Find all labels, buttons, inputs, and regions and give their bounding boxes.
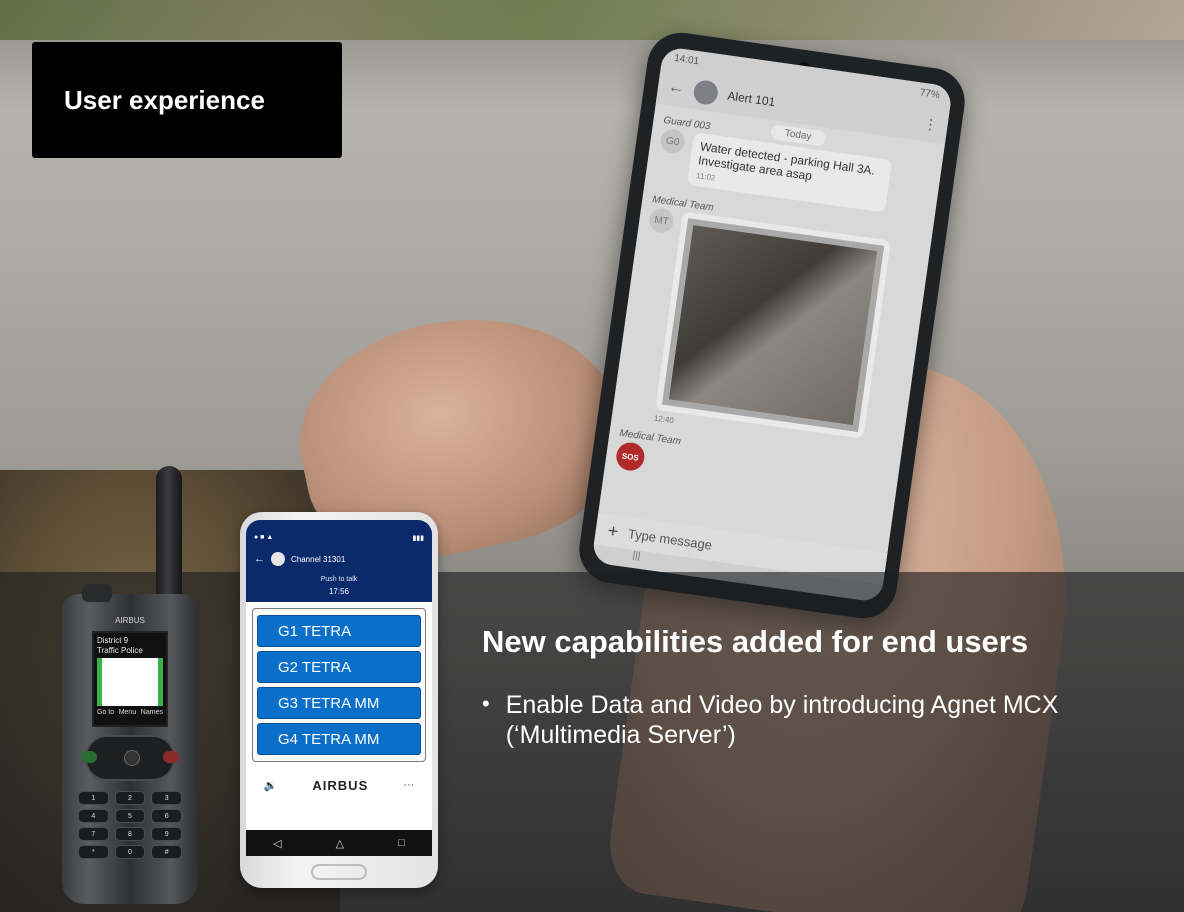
key[interactable]: 0 [114, 845, 146, 859]
more-icon[interactable]: ··· [403, 779, 414, 791]
radio-nav-pad[interactable] [81, 735, 179, 781]
headline: New capabilities added for end users [482, 624, 1029, 659]
key[interactable]: 1 [78, 791, 109, 805]
talkgroup-list: G1 TETRA G2 TETRA G3 TETRA MM G4 TETRA M… [252, 608, 426, 762]
android-phone: ● ■ ▲ ▮▮▮ ← Channel 31301 Push to talk 1… [240, 512, 438, 888]
nav-center-button[interactable] [124, 750, 140, 766]
image-message[interactable] [655, 211, 891, 440]
group-avatar [692, 78, 720, 107]
radio-brand: AIRBUS [115, 616, 145, 625]
status-icons: ● ■ ▲ [254, 534, 274, 541]
home-button[interactable] [311, 864, 367, 880]
arrow-left-icon[interactable]: ← [254, 553, 265, 565]
speaker-icon[interactable]: 🔉 [264, 779, 278, 792]
channel-avatar [271, 552, 285, 566]
radio-screen-line2: Traffic Police [97, 645, 143, 655]
bullet-item: • Enable Data and Video by introducing A… [482, 690, 1102, 750]
softkey-right[interactable]: Names [141, 709, 163, 716]
main-phone-screen: 14:01 77% ← Alert 101 ⋮ Today Guard 003 … [591, 46, 953, 603]
radio-screen-line1: District 9 [97, 636, 129, 645]
softkey-left[interactable]: Go to [97, 709, 114, 716]
status-time: 14:01 [673, 52, 700, 68]
key[interactable]: * [78, 845, 109, 859]
end-call-icon[interactable] [163, 751, 179, 763]
sender-initials: MT [647, 207, 676, 235]
radio-softkeys: Go to Menu Names [97, 709, 163, 716]
key[interactable]: 5 [114, 809, 146, 823]
key[interactable]: # [151, 845, 182, 859]
message-row: MT [623, 207, 920, 443]
radio-screen: District 9 Traffic Police Go to Menu Nam… [92, 631, 168, 727]
chat-name: Alert 101 [726, 88, 777, 110]
talkgroup-button[interactable]: G1 TETRA [257, 615, 421, 647]
channel-name: Channel 31301 [291, 554, 346, 564]
arrow-left-icon[interactable]: ← [667, 78, 685, 98]
radio-display-area [97, 658, 163, 707]
android-status-bar: ● ■ ▲ ▮▮▮ [246, 520, 432, 546]
more-vertical-icon[interactable]: ⋮ [922, 115, 939, 134]
airbus-logo: AIRBUS [312, 777, 369, 793]
android-screen: ● ■ ▲ ▮▮▮ ← Channel 31301 Push to talk 1… [246, 520, 432, 830]
recent-apps-icon[interactable]: □ [398, 837, 405, 849]
radio-knob [82, 584, 112, 602]
shared-photo[interactable] [661, 218, 885, 433]
key[interactable]: 6 [151, 809, 182, 823]
ptt-label: Push to talk [246, 572, 432, 585]
sender-initials: G0 [659, 127, 687, 155]
sos-button[interactable]: SOS [614, 441, 647, 473]
call-icon[interactable] [81, 751, 97, 763]
status-signal: ▮▮▮ [412, 535, 424, 542]
bullet-dot-icon: • [482, 691, 490, 716]
status-battery: 77% [919, 87, 941, 102]
android-header: ← Channel 31301 [246, 546, 432, 572]
plus-icon[interactable]: + [606, 520, 620, 542]
softkey-menu[interactable]: Menu [119, 709, 137, 716]
back-icon[interactable]: ◁ [273, 837, 281, 850]
chat-body: Today Guard 003 G0 Water detected - park… [597, 104, 945, 564]
key[interactable]: 7 [78, 827, 109, 841]
key[interactable]: 4 [78, 809, 109, 823]
ptt-clock: 17:56 [246, 585, 432, 602]
tetra-radio: AIRBUS District 9 Traffic Police Go to M… [62, 584, 198, 904]
key[interactable]: 3 [151, 791, 182, 805]
key[interactable]: 2 [114, 791, 146, 805]
slide-title: User experience [64, 84, 265, 115]
android-footer: 🔉 AIRBUS ··· [246, 762, 432, 808]
talkgroup-button[interactable]: G3 TETRA MM [257, 687, 421, 719]
slide-title-box: User experience [32, 42, 342, 158]
radio-keypad: 1 2 3 4 5 6 7 8 9 * 0 # [76, 791, 184, 859]
home-icon[interactable]: △ [336, 837, 344, 850]
key[interactable]: 8 [114, 827, 146, 841]
background-trees [0, 0, 1184, 40]
talkgroup-button[interactable]: G4 TETRA MM [257, 723, 421, 755]
talkgroup-button[interactable]: G2 TETRA [257, 651, 421, 683]
message-input[interactable]: Type message [627, 526, 713, 553]
key[interactable]: 9 [151, 827, 182, 841]
bullet-text: Enable Data and Video by introducing Agn… [505, 691, 1059, 749]
android-nav-bar: ◁ △ □ [246, 830, 432, 856]
